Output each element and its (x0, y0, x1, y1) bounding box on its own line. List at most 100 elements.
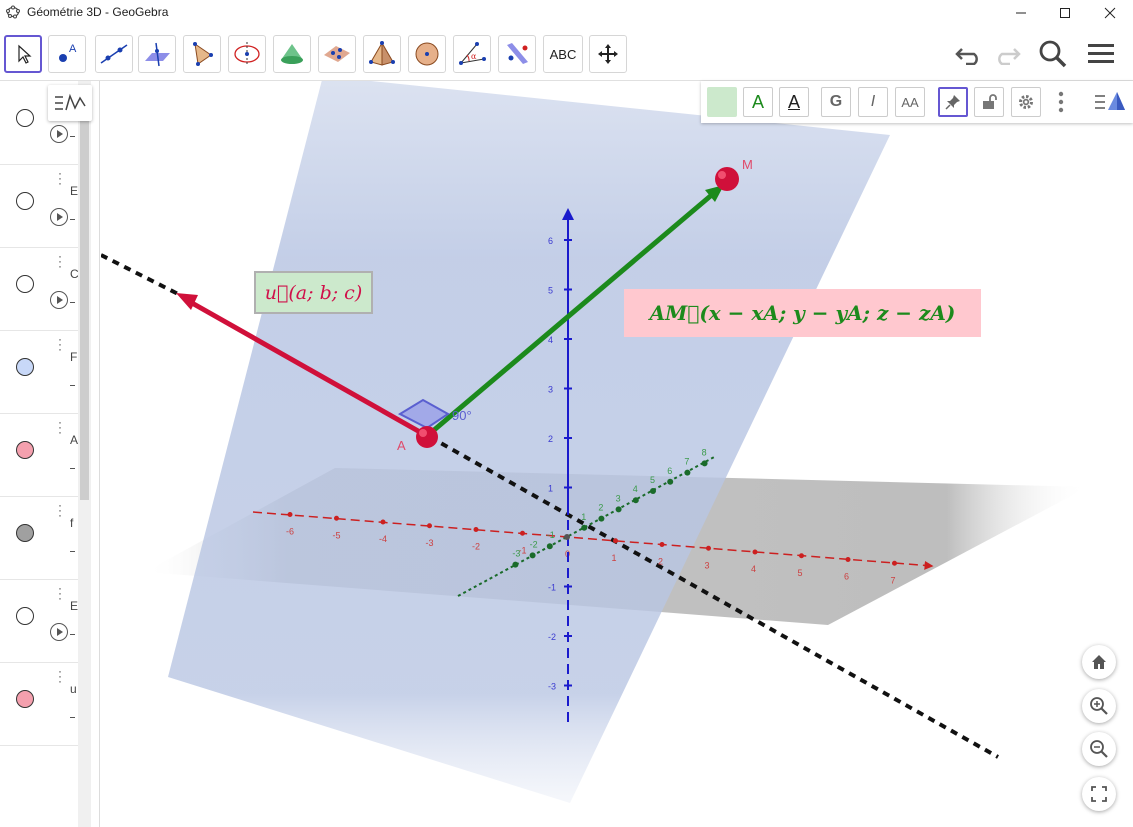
row-value-dash (70, 468, 75, 469)
z-tick-label: 5 (548, 286, 553, 296)
angle-tool[interactable]: α (453, 35, 491, 73)
y-tick-mark (615, 506, 622, 513)
visibility-toggle[interactable] (16, 192, 34, 210)
x-tick-mark (380, 519, 386, 525)
minimize-icon (1016, 12, 1026, 14)
more-options-button[interactable] (1057, 90, 1065, 119)
move-view-tool[interactable] (589, 35, 627, 73)
polygon-tool[interactable] (183, 35, 221, 73)
row-definition[interactable]: f (70, 516, 73, 530)
row-value-dash (70, 551, 75, 552)
view-menu-button[interactable] (1093, 90, 1127, 119)
bg-color-button[interactable] (707, 87, 737, 117)
bold-button[interactable]: G (821, 87, 851, 117)
vector-am-label[interactable]: AM⃗(x − xA; y − yA; z − zA) (624, 289, 981, 337)
visibility-toggle[interactable] (16, 358, 34, 376)
x-tick-mark (287, 512, 293, 517)
visibility-toggle[interactable] (16, 607, 34, 625)
search-button[interactable] (1036, 38, 1070, 70)
row-menu-icon[interactable]: ··· (58, 333, 62, 355)
algebra-view-toggle[interactable] (48, 85, 92, 121)
angle-icon: α (459, 42, 486, 65)
sphere-tool[interactable] (408, 35, 446, 73)
point-tool[interactable]: A (48, 35, 86, 73)
zoom-in-button[interactable] (1082, 689, 1116, 723)
algebra-scrollbar[interactable] (78, 81, 91, 827)
algebra-row[interactable]: · · · A (0, 413, 78, 497)
y-tick-label: 6 (667, 466, 672, 476)
algebra-row[interactable]: · · · E (0, 164, 78, 248)
text-bg-color-button[interactable]: A (779, 87, 809, 117)
pin-button[interactable] (938, 87, 968, 117)
visibility-toggle[interactable] (16, 690, 34, 708)
play-icon[interactable] (50, 623, 68, 641)
z-tick-label: 3 (548, 385, 553, 395)
row-definition[interactable]: F (70, 350, 77, 364)
algebra-row[interactable]: · · · E (0, 579, 78, 663)
x-tick-label: 4 (751, 564, 756, 574)
row-menu-icon[interactable]: ··· (58, 582, 62, 604)
visibility-toggle[interactable] (16, 275, 34, 293)
text-size-button[interactable]: AA (895, 87, 925, 117)
cone-tool[interactable] (273, 35, 311, 73)
pyramid-tool[interactable] (363, 35, 401, 73)
line-tool[interactable] (95, 35, 133, 73)
row-definition[interactable]: u (70, 682, 77, 696)
circle-axis-tool[interactable] (228, 35, 266, 73)
row-definition[interactable]: A (70, 433, 78, 447)
algebra-row[interactable]: · · · F (0, 330, 78, 414)
row-menu-icon[interactable]: ··· (58, 665, 62, 687)
x-tick-mark (892, 560, 897, 566)
menu-button[interactable] (1084, 38, 1118, 70)
play-icon[interactable] (50, 125, 68, 143)
italic-button[interactable]: I (858, 87, 888, 117)
row-menu-icon[interactable]: ··· (58, 167, 62, 189)
home-button[interactable] (1082, 645, 1116, 679)
inclined-plane[interactable] (168, 81, 890, 803)
point-a[interactable] (416, 426, 438, 448)
hamburger-menu-icon (1088, 44, 1114, 63)
settings-button[interactable] (1011, 87, 1041, 117)
graphics-3d-view[interactable]: -6-5-4-3-2-101234567 -3-2-112345678 -3-2… (101, 81, 1133, 827)
reflect-tool[interactable] (498, 35, 536, 73)
row-definition[interactable]: E (70, 599, 78, 613)
visibility-toggle[interactable] (16, 524, 34, 542)
y-tick-label: -1 (547, 530, 555, 540)
redo-button[interactable] (990, 38, 1024, 70)
plane-tool[interactable] (318, 35, 356, 73)
row-menu-icon[interactable]: ··· (58, 499, 62, 521)
fullscreen-button[interactable] (1082, 777, 1116, 811)
search-icon (1039, 40, 1067, 68)
undo-button[interactable] (952, 38, 986, 70)
row-menu-icon[interactable]: ··· (58, 416, 62, 438)
row-definition[interactable]: E (70, 184, 78, 198)
row-value-dash (70, 717, 75, 718)
close-button[interactable] (1087, 0, 1133, 26)
move-tool[interactable] (4, 35, 42, 73)
fullscreen-icon (1091, 786, 1107, 802)
point-m[interactable] (715, 167, 739, 191)
play-icon[interactable] (50, 208, 68, 226)
visibility-toggle[interactable] (16, 109, 34, 127)
play-icon[interactable] (50, 291, 68, 309)
perpendicular-line-tool[interactable] (138, 35, 176, 73)
row-value-dash (70, 219, 75, 220)
z-tick-label: -1 (548, 583, 556, 593)
scrollbar-thumb[interactable] (80, 95, 89, 500)
normal-line-upper[interactable] (101, 253, 189, 301)
y-tick-label: 4 (633, 484, 638, 494)
vector-u-label[interactable]: u⃗(a; b; c) (254, 271, 373, 314)
reflect-icon (507, 43, 528, 64)
x-tick-mark (613, 538, 618, 544)
zoom-out-button[interactable] (1082, 732, 1116, 766)
minimize-button[interactable] (998, 0, 1044, 26)
algebra-row[interactable]: · · · f (0, 496, 78, 580)
visibility-toggle[interactable] (16, 441, 34, 459)
text-color-button[interactable]: A (743, 87, 773, 117)
row-menu-icon[interactable]: ··· (58, 250, 62, 272)
maximize-button[interactable] (1042, 0, 1088, 26)
text-tool[interactable]: ABC (543, 35, 583, 73)
algebra-row[interactable]: · · · C (0, 247, 79, 331)
algebra-row[interactable]: · · · u (0, 662, 78, 746)
lock-button[interactable] (974, 87, 1004, 117)
